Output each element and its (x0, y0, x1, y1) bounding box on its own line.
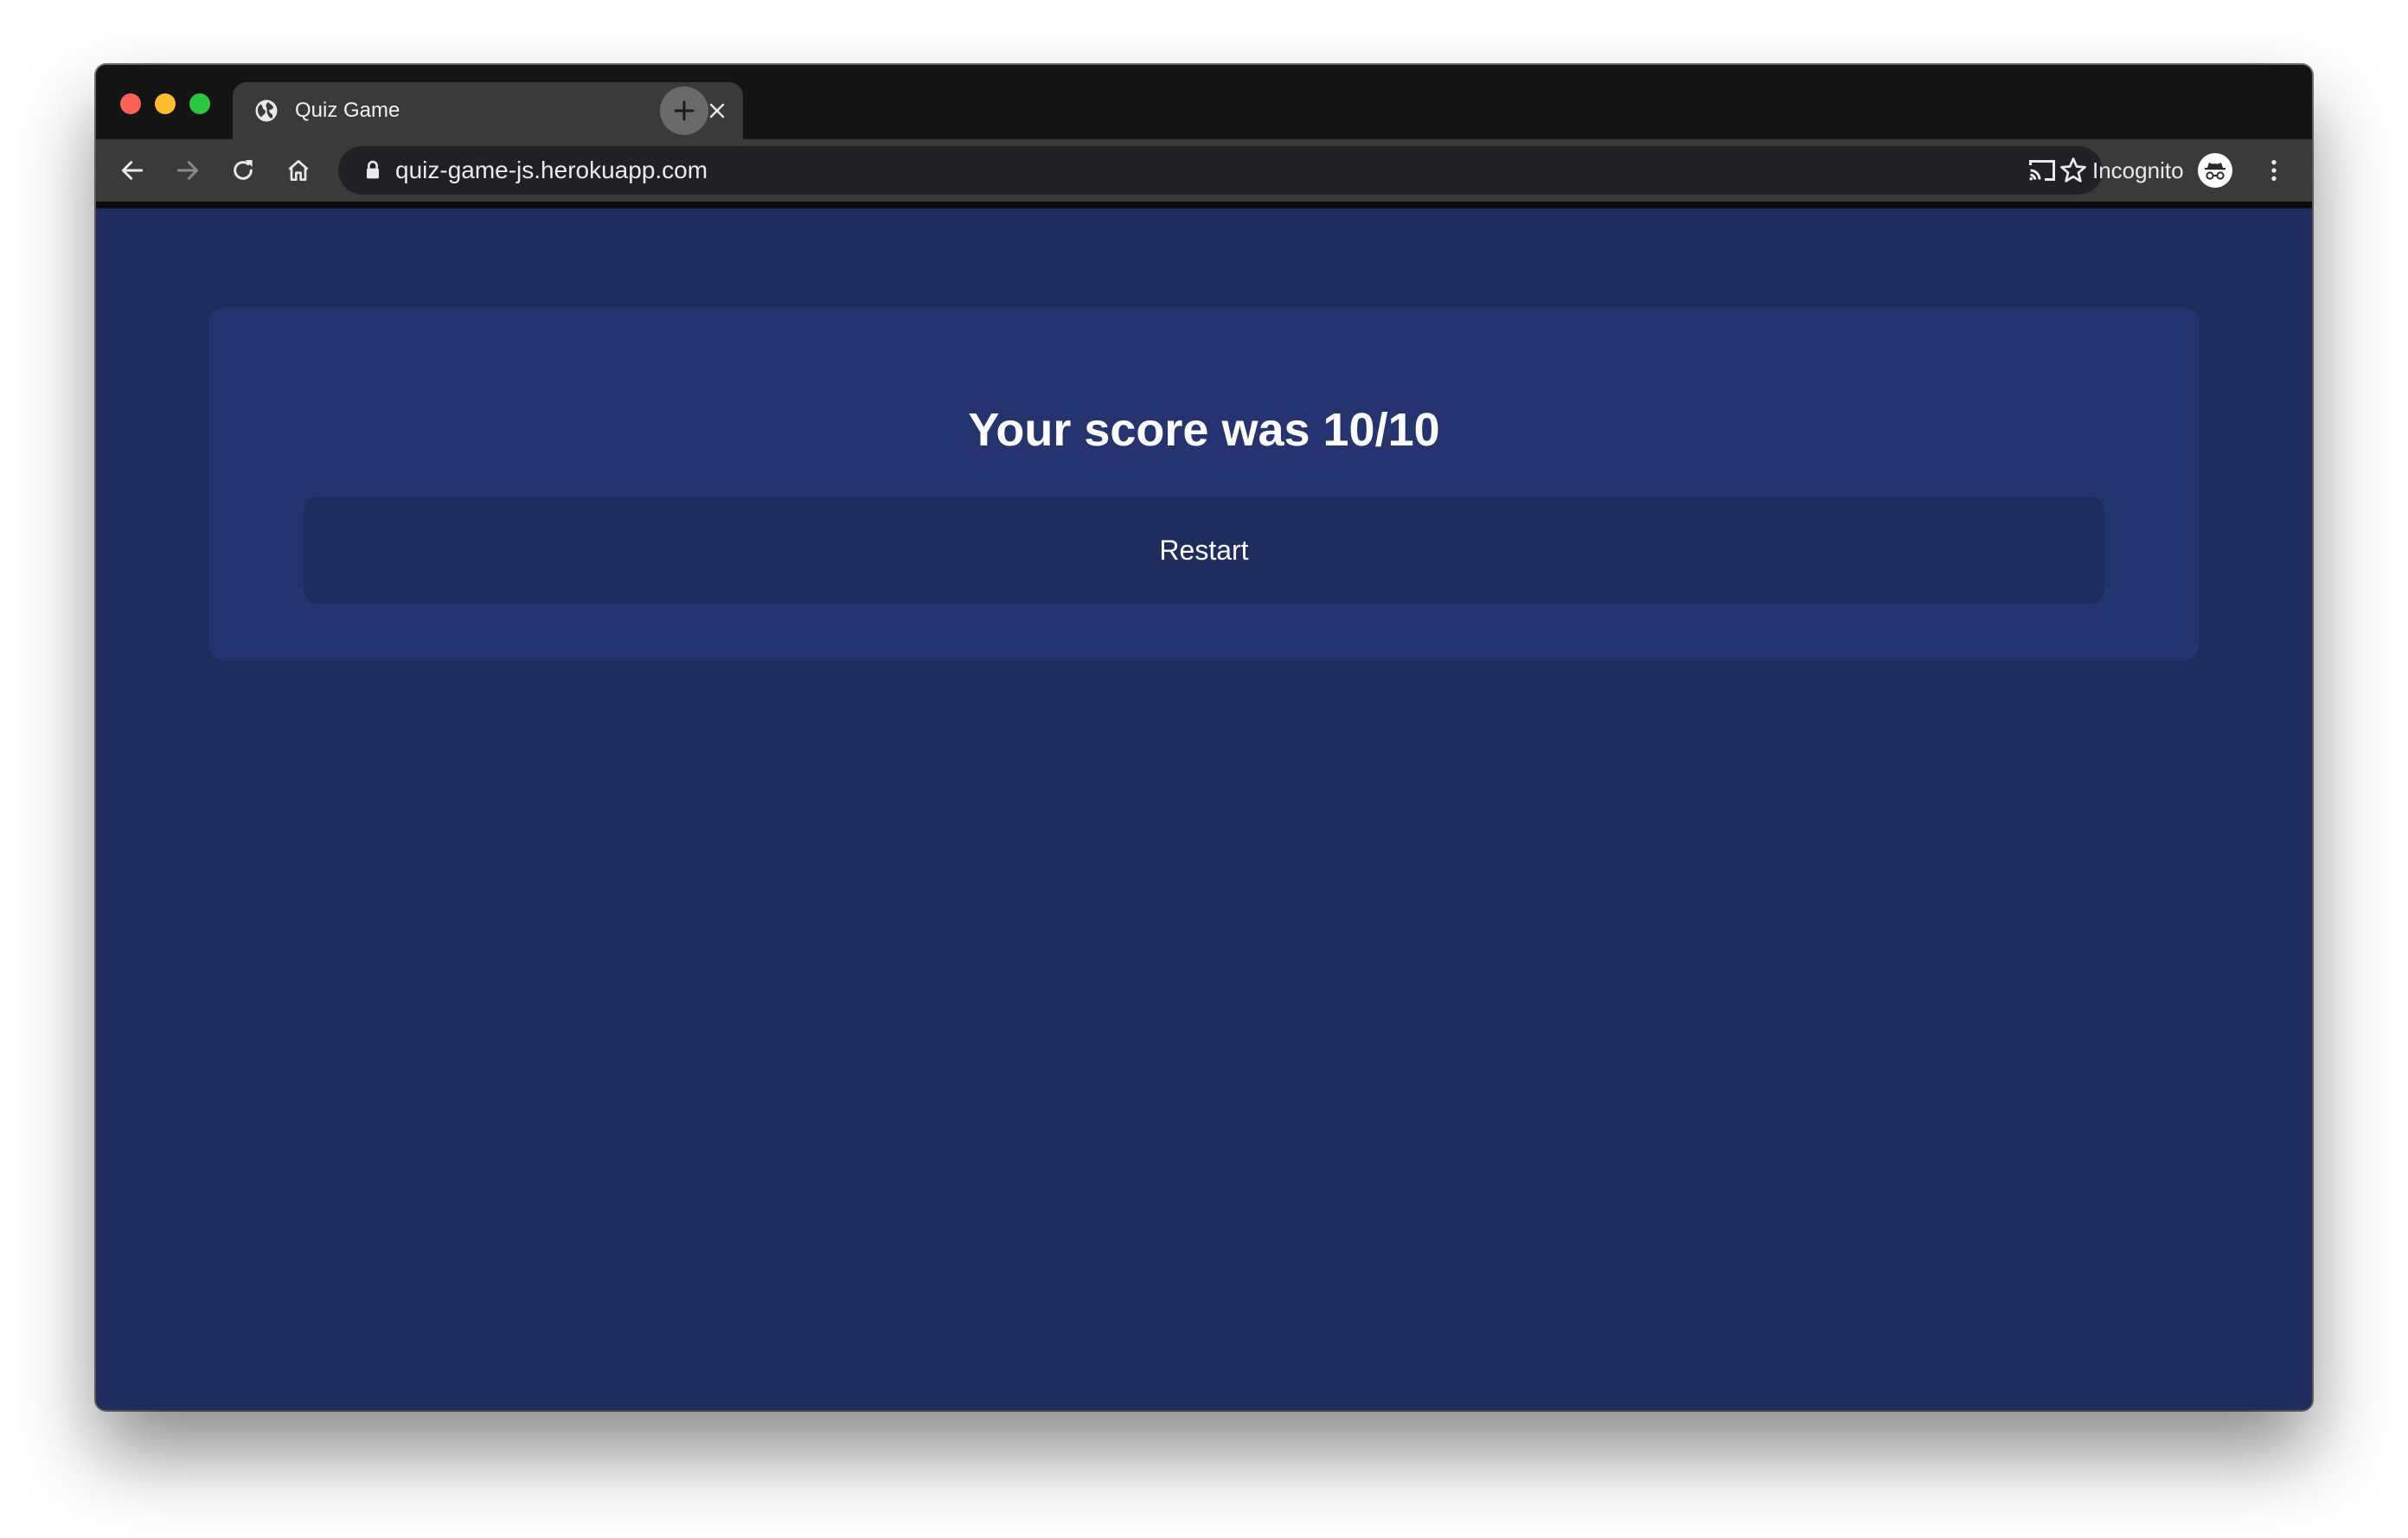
forward-icon (176, 161, 199, 180)
browser-window: Quiz Game quiz-game-js.herokuapp.com Inc… (96, 65, 2312, 1410)
reload-icon (234, 160, 253, 180)
home-button[interactable] (278, 150, 319, 191)
forward-button[interactable] (167, 150, 208, 191)
cast-icon (2029, 160, 2055, 181)
score-heading: Your score was 10/10 (968, 404, 1440, 456)
close-window-button[interactable] (120, 93, 141, 114)
page-content: Your score was 10/10 Restart (96, 208, 2312, 1410)
address-bar[interactable]: quiz-game-js.herokuapp.com (338, 146, 2103, 195)
toolbar-divider (96, 202, 2312, 208)
cast-button[interactable] (2021, 150, 2063, 191)
more-menu-button[interactable] (2253, 150, 2295, 191)
home-icon (288, 160, 309, 181)
incognito-label[interactable]: Incognito (2092, 139, 2184, 202)
reload-button[interactable] (222, 150, 264, 191)
result-card: Your score was 10/10 Restart (208, 307, 2200, 661)
lock-icon (367, 160, 379, 179)
url-text: quiz-game-js.herokuapp.com (395, 157, 708, 183)
restart-button[interactable]: Restart (304, 497, 2104, 604)
more-icon (2271, 160, 2277, 181)
incognito-icon[interactable] (2198, 153, 2232, 188)
back-button[interactable] (112, 150, 153, 191)
maximize-window-button[interactable] (189, 93, 210, 114)
tab-title: Quiz Game (295, 99, 400, 122)
tab-strip: Quiz Game (96, 65, 2312, 139)
new-tab-button[interactable] (660, 87, 708, 135)
minimize-window-button[interactable] (155, 93, 176, 114)
browser-toolbar: quiz-game-js.herokuapp.com Incognito (96, 139, 2312, 202)
back-icon (121, 161, 144, 180)
globe-icon (255, 99, 278, 122)
plus-icon (674, 100, 695, 121)
